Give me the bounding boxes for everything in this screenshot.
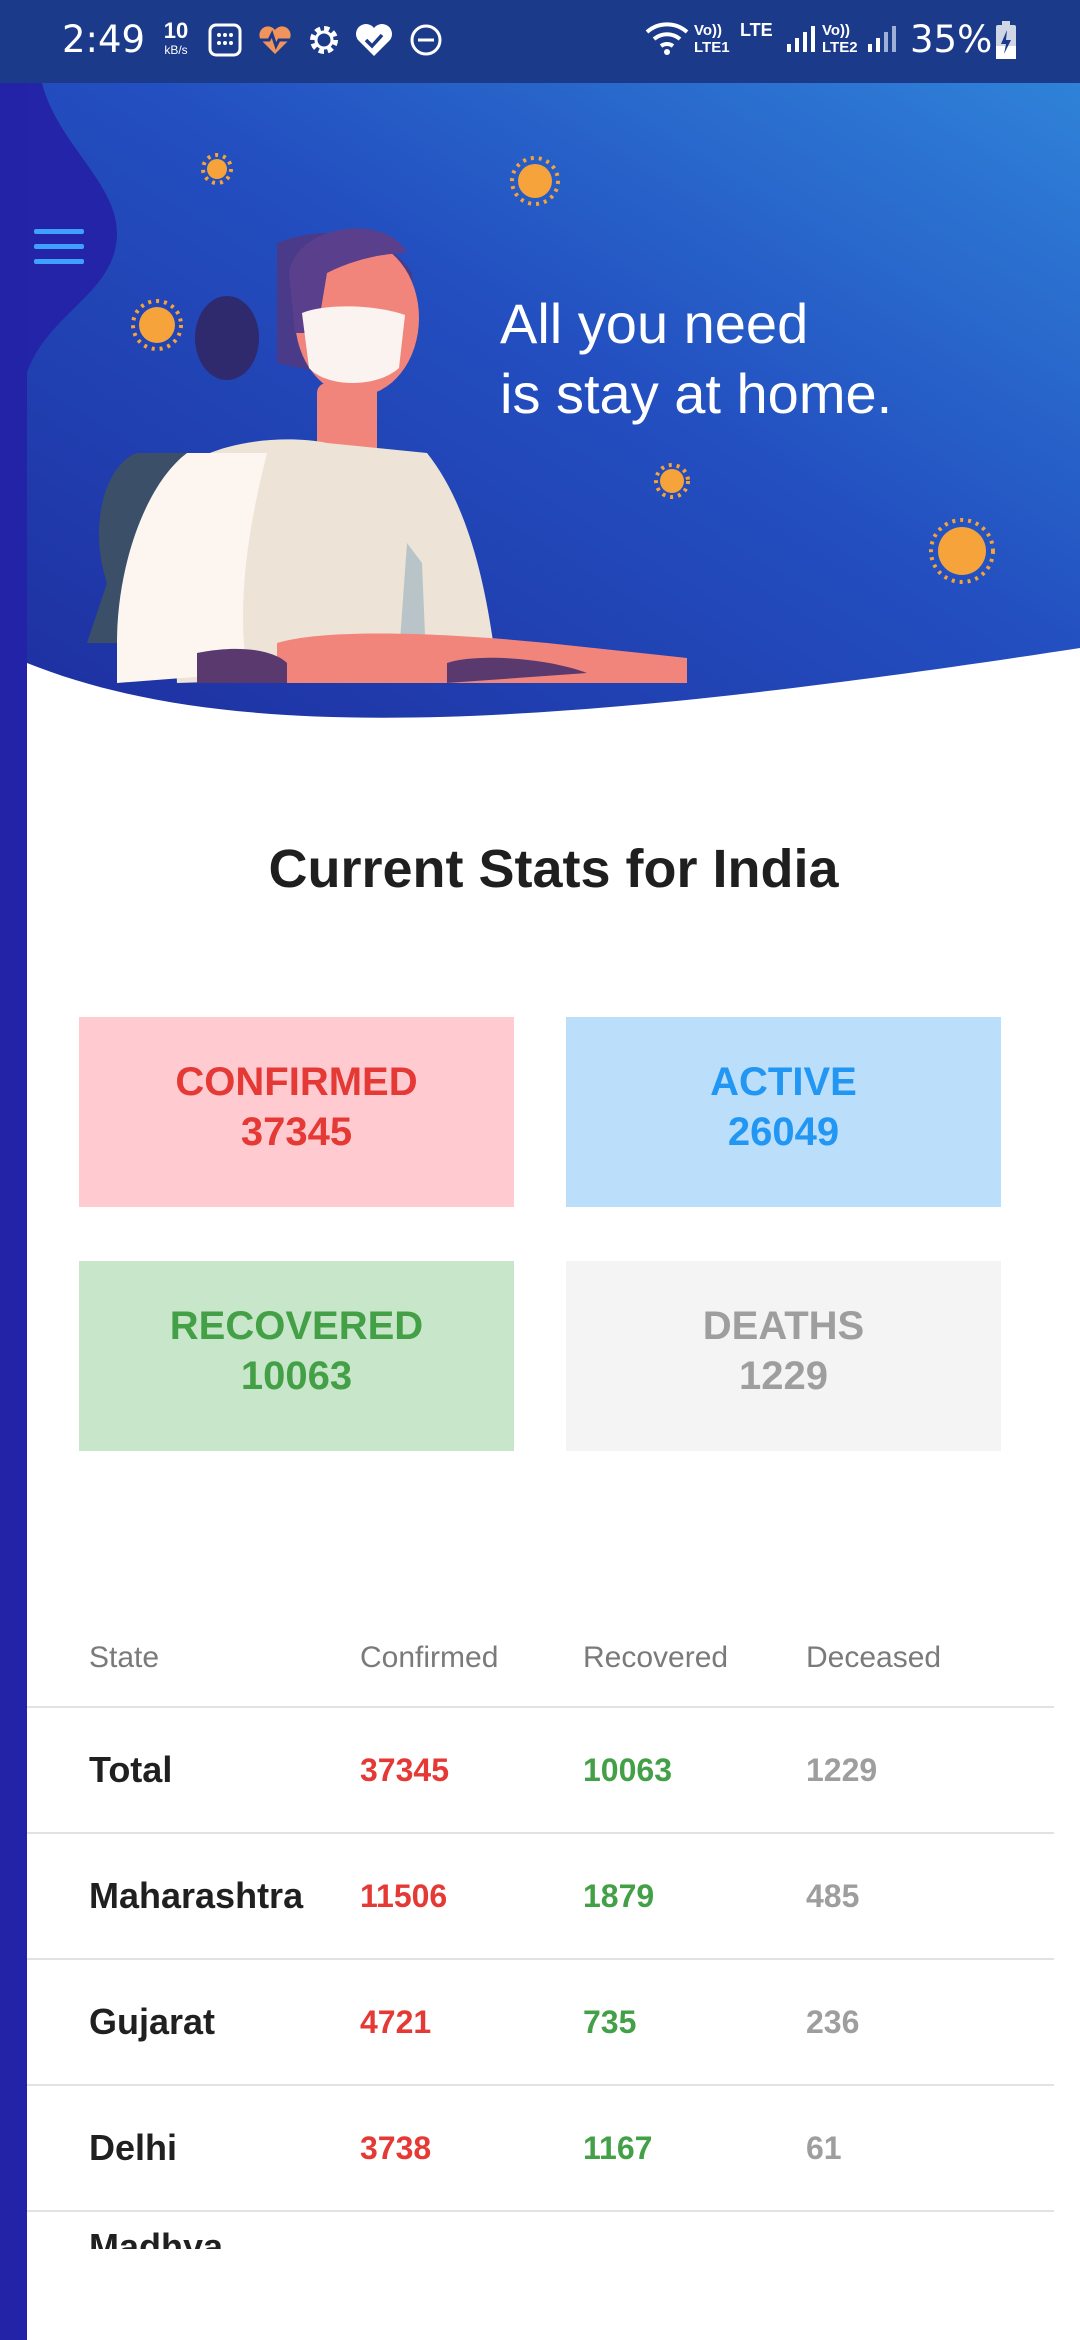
signal-icon	[868, 26, 896, 52]
hero-line-1: All you need	[500, 292, 809, 355]
table-row[interactable]: Delhi 3738 1167 61	[27, 2086, 1054, 2212]
network-speed-unit: kB/s	[164, 43, 188, 57]
deceased-count: 61	[806, 2129, 842, 2166]
navigation-drawer-edge[interactable]	[0, 0, 27, 2340]
recovered-count: 735	[583, 2003, 637, 2040]
active-value: 26049	[727, 1110, 840, 1154]
recovered-count: 1167	[583, 2129, 653, 2166]
network-speed: 10 kB/s	[158, 18, 194, 57]
active-label: ACTIVE	[710, 1060, 857, 1104]
confirmed-count: 37345	[360, 1751, 449, 1788]
network-speed-value: 10	[163, 18, 189, 43]
lte-label: LTE	[740, 20, 773, 40]
calculator-icon	[208, 23, 242, 57]
deceased-count: 1229	[806, 1751, 878, 1788]
hero-banner: All you need is stay at home.	[27, 83, 1080, 723]
do-not-disturb-icon	[410, 24, 442, 56]
table-row[interactable]: Total 37345 10063 1229	[27, 1708, 1054, 1834]
status-time: 2:49	[62, 18, 146, 61]
header-state: State	[89, 1641, 160, 1674]
heart-rate-icon	[259, 26, 291, 54]
state-name: Maharashtra	[89, 1875, 304, 1916]
state-stats-table: State Confirmed Recovered Deceased Total…	[27, 1600, 1054, 2212]
recovered-card: RECOVERED 10063	[79, 1261, 514, 1451]
sim2-label: Vo)) LTE2	[822, 22, 858, 56]
confirmed-count: 11506	[360, 1877, 448, 1914]
active-card: ACTIVE 26049	[566, 1017, 1001, 1207]
deceased-count: 485	[806, 1877, 860, 1914]
deaths-label: DEATHS	[702, 1304, 865, 1348]
deaths-card: DEATHS 1229	[566, 1261, 1001, 1451]
confirmed-value: 37345	[240, 1110, 353, 1154]
recovered-value: 10063	[240, 1354, 353, 1398]
confirmed-label: CONFIRMED	[175, 1060, 418, 1104]
state-name: Gujarat	[89, 2001, 216, 2042]
table-row[interactable]: Gujarat 4721 735 236	[27, 1960, 1054, 2086]
state-name: Total	[89, 1749, 173, 1790]
gear-icon	[310, 26, 338, 54]
header-confirmed: Confirmed	[360, 1641, 499, 1674]
hamburger-menu-icon[interactable]	[34, 229, 86, 269]
page-title: Current Stats for India	[268, 839, 839, 899]
signal-icon	[787, 26, 815, 52]
table-header: State Confirmed Recovered Deceased	[27, 1600, 1054, 1708]
header-deceased: Deceased	[806, 1641, 942, 1674]
sim1-label: Vo)) LTE1	[694, 22, 730, 56]
battery-charging-icon	[996, 21, 1016, 59]
hero-line-2: is stay at home.	[500, 362, 893, 425]
wifi-icon	[645, 22, 689, 55]
recovered-label: RECOVERED	[169, 1304, 424, 1348]
state-name: Madhya	[89, 2226, 224, 2250]
recovered-count: 1879	[583, 1877, 655, 1914]
recovered-count: 10063	[583, 1751, 672, 1788]
heart-check-icon	[356, 24, 392, 56]
status-bar: 2:49 10 kB/s Vo)) LTE1 LTE Vo)) LTE2 35%	[0, 0, 1080, 83]
confirmed-card: CONFIRMED 37345	[79, 1017, 514, 1207]
confirmed-count: 4721	[360, 2003, 432, 2040]
header-recovered: Recovered	[583, 1641, 729, 1674]
hero-slogan: All you need is stay at home.	[500, 289, 892, 429]
deaths-value: 1229	[739, 1354, 828, 1398]
deceased-count: 236	[806, 2003, 860, 2040]
state-name: Delhi	[89, 2127, 178, 2168]
partial-table-row[interactable]: Madhya	[89, 2225, 224, 2250]
confirmed-count: 3738	[360, 2129, 432, 2166]
table-row[interactable]: Maharashtra 11506 1879 485	[27, 1834, 1054, 1960]
battery-percent: 35%	[910, 18, 993, 61]
